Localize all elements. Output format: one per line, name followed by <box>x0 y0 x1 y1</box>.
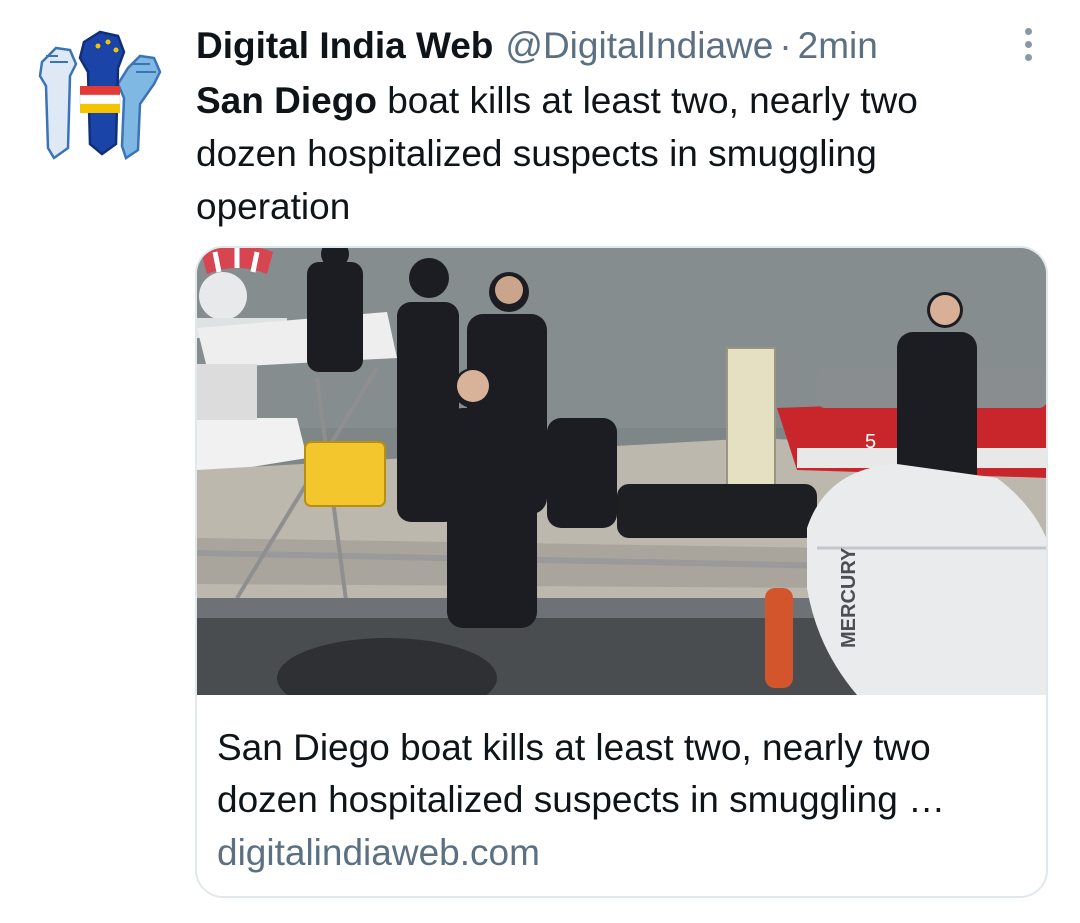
link-card[interactable]: 5 MERCURY San Diego boat kills at least … <box>195 246 1048 898</box>
timestamp[interactable]: 2min <box>798 22 878 70</box>
engine-brand: MERCURY <box>838 547 860 648</box>
avatar[interactable] <box>32 28 168 164</box>
tweet-text: San Diego boat kills at least two, nearl… <box>196 74 1006 233</box>
card-domain[interactable]: digitalindiaweb.com <box>217 827 1027 879</box>
card-image-scene: 5 MERCURY <box>197 248 1046 695</box>
tweet-text-bold: San Diego <box>196 80 377 121</box>
separator-dot: · <box>779 25 792 66</box>
card-body: San Diego boat kills at least two, nearl… <box>217 722 1027 879</box>
hull-number: 5 <box>865 431 876 453</box>
author-name[interactable]: Digital India Web <box>196 22 493 70</box>
card-image[interactable]: 5 MERCURY <box>197 248 1046 695</box>
tweet-header: Digital India Web @DigitalIndiawe · 2min <box>196 22 878 70</box>
avatar-raised-fists-logo <box>38 30 162 160</box>
card-title[interactable]: San Diego boat kills at least two, nearl… <box>217 722 1027 826</box>
more-vertical-icon[interactable] <box>1010 22 1046 66</box>
author-handle[interactable]: @DigitalIndiawe <box>505 22 773 70</box>
